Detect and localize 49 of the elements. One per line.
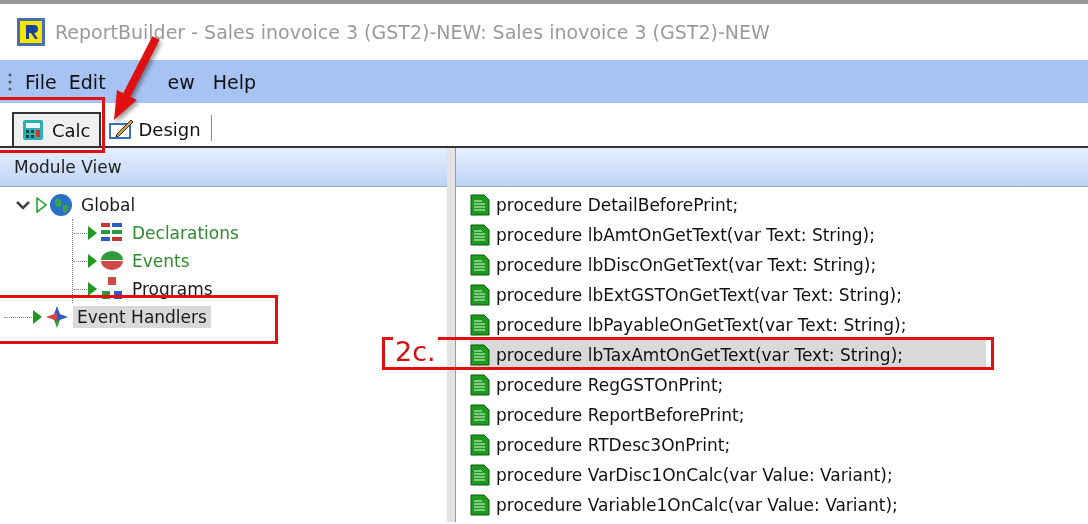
blocks-icon — [100, 277, 124, 301]
document-icon — [470, 224, 490, 246]
procedure-row[interactable]: procedure ReportBeforePrint; — [470, 400, 986, 430]
app-logo-icon — [17, 18, 45, 46]
triangle-icon — [87, 281, 98, 297]
globe-icon — [49, 193, 73, 217]
grip-icon — [8, 71, 12, 92]
triangle-outline-icon — [36, 197, 47, 213]
document-icon — [470, 404, 490, 426]
document-icon — [470, 254, 490, 276]
procedure-row[interactable]: procedure lbPayableOnGetText(var Text: String); — [470, 310, 986, 340]
procedure-row[interactable]: procedure RTDesc3OnPrint; — [470, 430, 986, 460]
triangle-icon — [32, 309, 43, 325]
document-icon — [470, 344, 490, 366]
menu-item[interactable]: Help — [207, 70, 262, 93]
document-icon — [470, 434, 490, 456]
panel-header: Module View — [0, 148, 447, 187]
procedure-row[interactable]: procedure Variable1OnCalc(var Value: Variant); — [470, 490, 986, 520]
menu-item[interactable]: Edit — [63, 70, 111, 93]
document-icon — [470, 284, 490, 306]
tree-item[interactable]: Programs — [128, 278, 217, 300]
document-icon — [470, 374, 490, 396]
window-title: ReportBuilder - Sales inovoice 3 (GST2)-NEW: Sales inovoice 3 (GST2)-NEW — [55, 21, 770, 43]
document-icon — [470, 464, 490, 486]
procedure-row[interactable]: procedure DetailBeforePrint; — [470, 190, 986, 220]
procedure-row[interactable]: procedure lbTaxAmtOnGetText(var Text: String); — [470, 340, 986, 370]
procedure-row[interactable]: procedure lbDiscOnGetText(var Text: String); — [470, 250, 986, 280]
calculator-icon — [22, 119, 46, 141]
split-circle-icon — [100, 249, 124, 273]
chevron-down-icon[interactable] — [16, 198, 30, 212]
tree-item[interactable]: Declarations — [128, 222, 243, 244]
triangle-icon — [87, 253, 98, 269]
menu-item[interactable]: ew — [162, 70, 200, 93]
procedure-row[interactable]: procedure RegGSTOnPrint; — [470, 370, 986, 400]
tab[interactable]: Design — [100, 112, 209, 146]
tree-item[interactable]: Event Handlers — [73, 306, 211, 328]
procedure-row[interactable]: procedure VarDisc1OnCalc(var Value: Variant); — [470, 460, 986, 490]
document-icon — [470, 314, 490, 336]
pencil-page-icon — [108, 118, 133, 140]
procedure-row[interactable]: procedure lbExtGSTOnGetText(var Text: String); — [470, 280, 986, 310]
procedure-row[interactable]: procedure lbAmtOnGetText(var Text: String); — [470, 220, 986, 250]
document-icon — [470, 494, 490, 516]
tree-item[interactable]: Events — [128, 250, 194, 272]
diamond-icon — [45, 305, 69, 329]
menu-item[interactable]: File — [20, 70, 62, 93]
triangle-icon — [87, 225, 98, 241]
tree-item[interactable]: Global — [77, 194, 140, 216]
document-icon — [470, 194, 490, 216]
tab[interactable]: Calc — [12, 112, 101, 146]
